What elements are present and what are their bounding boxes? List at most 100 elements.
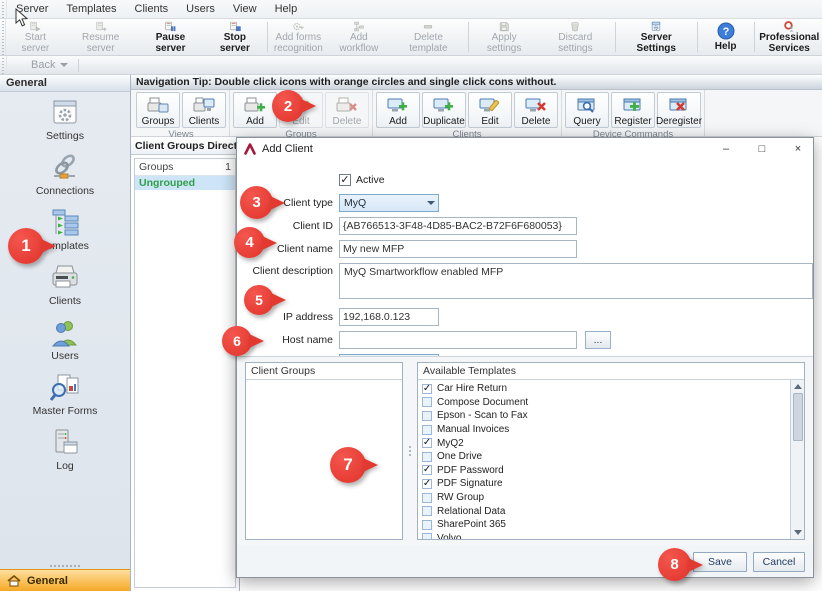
active-checkbox[interactable]: ✓ bbox=[339, 174, 351, 186]
log-icon bbox=[48, 428, 82, 458]
deregister-device-button[interactable]: Deregister bbox=[657, 92, 701, 128]
template-item[interactable]: Compose Document bbox=[422, 396, 786, 410]
sidebar-item-users[interactable]: Users bbox=[0, 318, 130, 362]
scroll-down-icon[interactable] bbox=[794, 530, 802, 535]
template-item[interactable]: RW Group bbox=[422, 491, 786, 505]
register-device-button[interactable]: Register bbox=[611, 92, 655, 128]
minimize-button[interactable]: – bbox=[711, 138, 741, 159]
duplicate-client-icon bbox=[432, 95, 456, 115]
group-count: 1 bbox=[225, 161, 231, 173]
server-resume-icon bbox=[90, 21, 112, 32]
scroll-thumb[interactable] bbox=[793, 393, 803, 441]
checkbox-icon[interactable] bbox=[422, 411, 432, 421]
template-item[interactable]: Epson - Scan to Fax bbox=[422, 409, 786, 423]
checkbox-icon[interactable] bbox=[422, 452, 432, 462]
sidebar-footer-general[interactable]: General bbox=[0, 569, 130, 591]
browse-button[interactable]: ... bbox=[585, 331, 611, 349]
checkbox-icon[interactable] bbox=[422, 493, 432, 503]
checkbox-icon[interactable]: ✓ bbox=[422, 438, 432, 448]
checkbox-icon[interactable] bbox=[422, 533, 432, 539]
toolbar-separator bbox=[267, 22, 268, 52]
template-item[interactable]: ✓Car Hire Return bbox=[422, 382, 786, 396]
apply-settings-button[interactable]: Apply settings bbox=[470, 19, 537, 55]
server-settings-button[interactable]: Server Settings bbox=[618, 19, 695, 55]
query-device-button[interactable]: Query bbox=[565, 92, 609, 128]
add-forms-recognition-button[interactable]: Add forms recognition bbox=[270, 19, 326, 55]
client-type-select[interactable]: MyQ bbox=[339, 194, 439, 212]
template-item[interactable]: ✓PDF Signature bbox=[422, 477, 786, 491]
template-item[interactable]: Relational Data bbox=[422, 504, 786, 518]
menu-view[interactable]: View bbox=[224, 1, 266, 17]
sidebar-item-log[interactable]: Log bbox=[0, 428, 130, 472]
mouse-cursor bbox=[15, 8, 28, 27]
menu-users[interactable]: Users bbox=[177, 1, 224, 17]
checkbox-icon[interactable] bbox=[422, 425, 432, 435]
resume-server-button[interactable]: Resume server bbox=[65, 19, 137, 55]
template-item[interactable]: SharePoint 365 bbox=[422, 518, 786, 532]
toolbar-separator bbox=[615, 22, 616, 52]
add-client-button[interactable]: Add bbox=[376, 92, 420, 128]
ip-address-input[interactable] bbox=[339, 308, 439, 326]
toolbar-separator bbox=[468, 22, 469, 52]
menu-help[interactable]: Help bbox=[266, 1, 307, 17]
discard-settings-button[interactable]: Discard settings bbox=[538, 19, 613, 55]
client-description-input[interactable]: MyQ Smartworkflow enabled MFP bbox=[339, 263, 813, 299]
sidebar-item-label: Settings bbox=[46, 130, 84, 142]
dialog-title-bar[interactable]: Add Client – □ × bbox=[237, 138, 813, 159]
client-groups-list[interactable] bbox=[246, 380, 402, 539]
sidebar-item-connections[interactable]: Connections bbox=[0, 153, 130, 197]
add-group-button[interactable]: Add bbox=[233, 92, 277, 128]
sidebar-item-settings[interactable]: Settings bbox=[0, 98, 130, 142]
menu-bar: Server Templates Clients Users View Help bbox=[0, 0, 822, 19]
sidebar-item-label: Connections bbox=[36, 185, 94, 197]
button-label: Delete template bbox=[398, 33, 458, 54]
checkbox-icon[interactable] bbox=[422, 506, 432, 516]
checkbox-icon[interactable] bbox=[422, 520, 432, 530]
delete-client-button[interactable]: Delete bbox=[514, 92, 558, 128]
pause-server-button[interactable]: Pause server bbox=[137, 19, 204, 55]
sidebar-item-clients[interactable]: Clients bbox=[0, 263, 130, 307]
menu-templates[interactable]: Templates bbox=[57, 1, 125, 17]
template-item[interactable]: Manual Invoices bbox=[422, 423, 786, 437]
add-workflow-button[interactable]: Add workflow bbox=[326, 19, 391, 55]
sidebar-item-master-forms[interactable]: Master Forms bbox=[0, 373, 130, 417]
scrollbar[interactable] bbox=[790, 380, 804, 539]
clients-view-button[interactable]: Clients bbox=[182, 92, 226, 128]
group-row-ungrouped[interactable]: Ungrouped bbox=[135, 176, 235, 190]
host-name-input[interactable] bbox=[339, 331, 577, 349]
client-name-input[interactable] bbox=[339, 240, 577, 258]
professional-services-button[interactable]: Professional Services bbox=[756, 19, 822, 55]
menu-clients[interactable]: Clients bbox=[126, 1, 178, 17]
cancel-button[interactable]: Cancel bbox=[753, 552, 805, 572]
client-id-input[interactable] bbox=[339, 217, 577, 235]
checkbox-icon[interactable]: ✓ bbox=[422, 465, 432, 475]
panel-splitter[interactable] bbox=[406, 362, 414, 540]
help-button[interactable]: ? Help bbox=[700, 19, 752, 55]
stop-server-button[interactable]: Stop server bbox=[204, 19, 265, 55]
sidebar-item-label: Master Forms bbox=[33, 405, 98, 417]
back-button[interactable]: Back bbox=[7, 59, 78, 71]
delete-group-button[interactable]: Delete bbox=[325, 92, 369, 128]
clients-view-icon bbox=[192, 95, 216, 115]
groups-column-header[interactable]: Groups 1 bbox=[135, 159, 235, 176]
maximize-button[interactable]: □ bbox=[747, 138, 777, 159]
duplicate-client-button[interactable]: Duplicate bbox=[422, 92, 466, 128]
checkbox-icon[interactable]: ✓ bbox=[422, 384, 432, 394]
groups-view-button[interactable]: Groups bbox=[136, 92, 180, 128]
template-item[interactable]: ✓PDF Password bbox=[422, 464, 786, 478]
close-button[interactable]: × bbox=[783, 138, 813, 159]
add-client-dialog: Add Client – □ × ✓ Active Client type My… bbox=[236, 137, 814, 578]
checkbox-icon[interactable] bbox=[422, 397, 432, 407]
toolbar-separator bbox=[78, 59, 79, 72]
master-forms-icon bbox=[48, 373, 82, 403]
scroll-up-icon[interactable] bbox=[794, 384, 802, 389]
button-label: Resume server bbox=[72, 33, 130, 54]
template-item[interactable]: One Drive bbox=[422, 450, 786, 464]
template-item[interactable]: Volvo bbox=[422, 532, 786, 539]
server-stop-icon bbox=[224, 21, 246, 32]
delete-group-icon bbox=[335, 95, 359, 115]
checkbox-icon[interactable]: ✓ bbox=[422, 479, 432, 489]
template-item[interactable]: ✓MyQ2 bbox=[422, 436, 786, 450]
delete-template-button[interactable]: Delete template bbox=[391, 19, 465, 55]
edit-client-button[interactable]: Edit bbox=[468, 92, 512, 128]
